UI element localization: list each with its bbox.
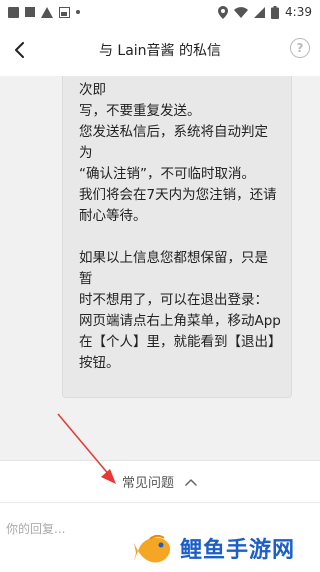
chevron-left-icon [15, 42, 24, 58]
watermark-text: 鲤鱼手游网 [180, 538, 296, 563]
conversation-header: 与 Lain音酱 的私信 ? [0, 24, 320, 76]
chat-area[interactable]: 或重复，请勿反复点击，发送一次即 写，不要重复发送。 您发送私信后，系统将自动判… [0, 76, 320, 460]
notification-square-icon [8, 6, 19, 18]
chevron-up-icon [184, 475, 198, 489]
notification-square-icon [25, 7, 35, 17]
message-line: 时不想用了，可以在退出登录： [79, 292, 268, 308]
reply-input[interactable] [6, 517, 136, 541]
status-time: 4:39 [285, 5, 312, 19]
message-paragraph-gap [79, 227, 281, 248]
message-line: 我们将会在7天内为您注销，还请 [79, 187, 277, 203]
status-system: 4:39 [218, 5, 312, 19]
page-title: 与 Lain音酱 的私信 [98, 43, 222, 59]
fish-logo-icon [134, 534, 170, 563]
message-line: 耐心等待。 [79, 208, 147, 224]
warning-icon [41, 6, 53, 18]
faq-toggle[interactable]: 常见问题 [0, 460, 320, 502]
message-line: 按钮。 [79, 355, 120, 371]
image-icon [59, 6, 70, 18]
message-line: “确认注销”，不可临时取消。 [79, 166, 255, 182]
message-line: 网页端请点右上角菜单，移动App [79, 313, 281, 329]
faq-label: 常见问题 [121, 476, 174, 491]
battery-icon [271, 5, 280, 19]
message-line: 写，不要重复发送。 [79, 103, 201, 119]
help-icon: ? [296, 41, 304, 55]
message-bubble: 或重复，请勿反复点击，发送一次即 写，不要重复发送。 您发送私信后，系统将自动判… [62, 76, 292, 398]
location-icon [218, 5, 229, 19]
message-line: 您发送私信后，系统将自动判定为 [79, 124, 268, 161]
message-line: 或重复，请勿反复点击，发送一次即 [79, 76, 268, 98]
message-line: 如果以上信息您都想保留，只是暂 [79, 250, 268, 287]
watermark-logo: 鲤鱼手游网 [134, 524, 320, 572]
cellular-signal-icon [254, 6, 266, 18]
wifi-icon [234, 6, 249, 18]
help-button[interactable]: ? [290, 38, 310, 58]
message-line: 在【个人】里，就能看到【退出】 [79, 334, 282, 350]
more-dot-icon [76, 10, 80, 14]
status-bar: 4:39 [0, 0, 320, 24]
back-button[interactable] [6, 36, 34, 64]
status-notifications [8, 6, 80, 18]
